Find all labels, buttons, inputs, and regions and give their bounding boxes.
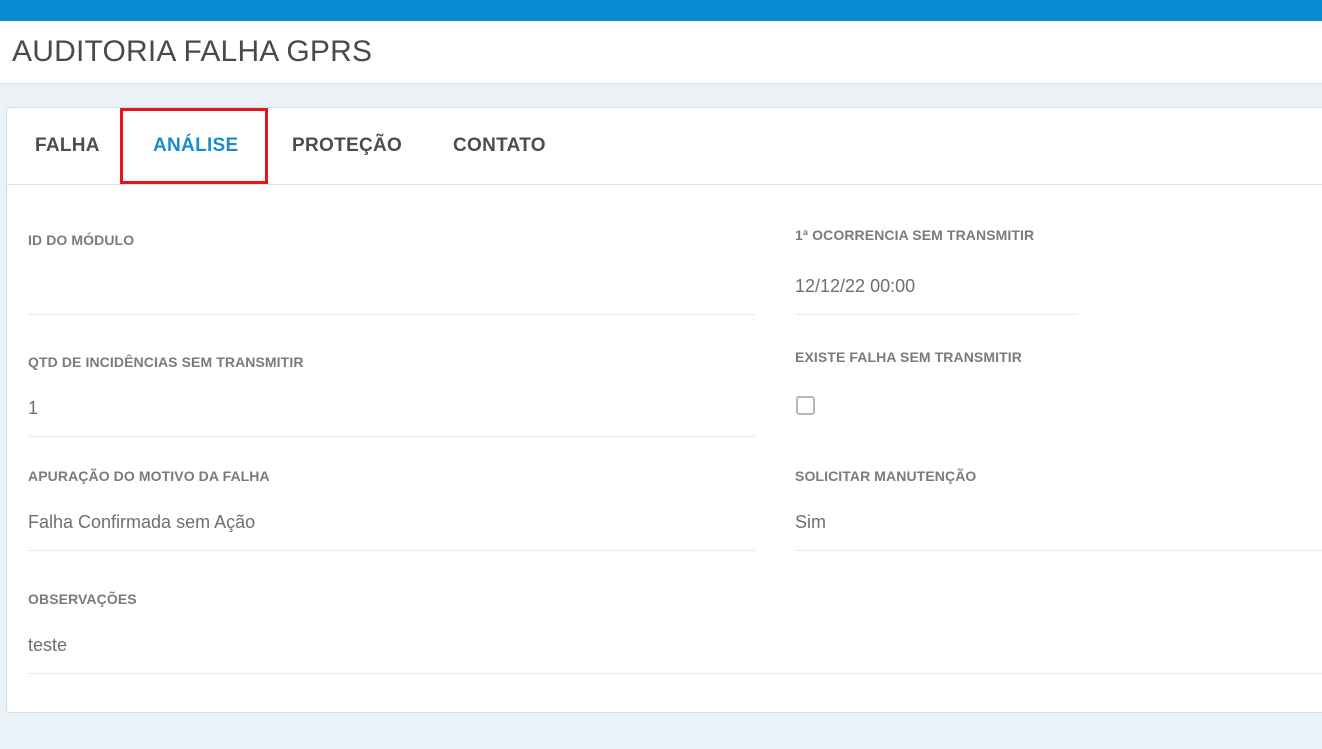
field-label: 1ª OCORRENCIA SEM TRANSMITIR [795,227,1035,243]
field-divider [795,314,1078,315]
field-label: QTD DE INCIDÊNCIAS SEM TRANSMITIR [28,354,304,370]
field-label: SOLICITAR MANUTENÇÃO [795,468,977,484]
page-title: AUDITORIA FALHA GPRS [12,35,373,68]
tab-falha[interactable]: FALHA [35,108,100,184]
field-value: Falha Confirmada sem Ação [28,512,256,532]
top-accent-bar [0,0,1322,21]
field-divider [28,673,1322,674]
field-label: APURAÇÃO DO MOTIVO DA FALHA [28,468,270,484]
field-value: 12/12/22 00:00 [795,276,916,296]
field-divider [28,314,755,315]
field-divider [28,436,755,437]
field-label: EXISTE FALHA SEM TRANSMITIR [795,349,1022,365]
tab-analise[interactable]: ANÁLISE [153,108,239,184]
field-divider [795,550,1322,551]
field-label: ID DO MÓDULO [28,232,135,248]
field-value: teste [28,635,68,655]
tab-protecao[interactable]: PROTEÇÃO [292,108,402,184]
field-label: OBSERVAÇÕES [28,591,137,607]
field-value: Sim [795,512,826,532]
tab-bar: FALHA ANÁLISE PROTEÇÃO CONTATO [7,108,1322,185]
field-value: 1 [28,398,39,418]
page-header: AUDITORIA FALHA GPRS [0,21,1322,84]
field-divider [28,550,755,551]
existe-falha-checkbox[interactable] [796,396,815,415]
tab-contato[interactable]: CONTATO [453,108,546,184]
details-card: FALHA ANÁLISE PROTEÇÃO CONTATO ID DO MÓD… [6,107,1322,713]
